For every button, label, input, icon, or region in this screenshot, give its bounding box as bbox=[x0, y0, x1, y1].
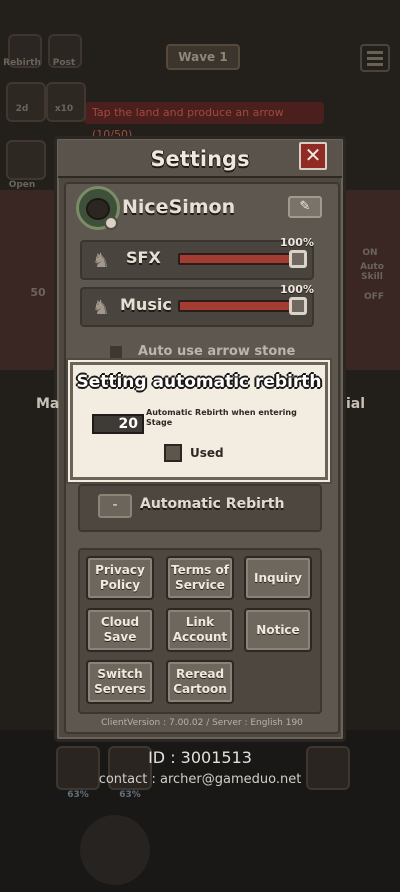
sfx-slider-handle[interactable] bbox=[289, 250, 307, 268]
terms-of-service-button[interactable]: Terms of Service bbox=[166, 556, 234, 600]
popup-title: Setting automatic rebirth bbox=[76, 372, 322, 392]
menu-icon bbox=[360, 44, 390, 72]
link-account-button[interactable]: Link Account bbox=[166, 608, 234, 652]
music-slider-handle[interactable] bbox=[289, 297, 307, 315]
rabbit-music-icon: ♞ bbox=[92, 295, 110, 319]
close-button[interactable]: ✕ bbox=[299, 142, 327, 170]
music-slider[interactable] bbox=[178, 300, 306, 312]
skill-slot-percent: 63% bbox=[67, 790, 89, 800]
auto-rebirth-label: Automatic Rebirth bbox=[140, 496, 285, 512]
notice-button[interactable]: Notice bbox=[244, 608, 312, 652]
side-shortcut-label: x10 bbox=[54, 104, 74, 114]
client-version: ClientVersion : 7.00.02 / Server : Engli… bbox=[101, 718, 303, 728]
used-label: Used bbox=[190, 446, 224, 460]
privacy-policy-button[interactable]: Privacy Policy bbox=[86, 556, 154, 600]
tab-main[interactable]: Ma bbox=[36, 396, 59, 412]
user-id: ID : 3001513 bbox=[148, 748, 252, 767]
auto-skill-label: Auto Skill bbox=[360, 262, 384, 282]
rebirth-shortcut-label: Rebirth bbox=[3, 58, 41, 68]
cloud-save-button[interactable]: Cloud Save bbox=[86, 608, 154, 652]
auto-use-label: Auto use arrow stone bbox=[138, 344, 296, 359]
rabbit-sfx-icon: ♞ bbox=[92, 248, 110, 272]
music-slider-fill bbox=[180, 302, 304, 310]
switch-servers-button[interactable]: Switch Servers bbox=[86, 660, 154, 704]
quest-banner: Tap the land and produce an arrow (10/50… bbox=[84, 102, 324, 141]
side-shortcut-icon bbox=[46, 82, 86, 122]
side-shortcut-label: 2d bbox=[15, 104, 29, 114]
sfx-label: SFX bbox=[126, 248, 161, 267]
edit-nickname-button[interactable]: ✎ bbox=[288, 196, 322, 218]
inquiry-button[interactable]: Inquiry bbox=[244, 556, 312, 600]
music-label: Music bbox=[120, 295, 172, 314]
reread-cartoon-button[interactable]: Reread Cartoon bbox=[166, 660, 234, 704]
tab-special[interactable]: ial bbox=[346, 396, 365, 412]
music-percent: 100% bbox=[280, 283, 314, 296]
side-shortcut-icon bbox=[6, 140, 46, 180]
side-shortcut-label: Open bbox=[8, 180, 36, 190]
auto-off-label: OFF bbox=[364, 292, 384, 302]
sfx-percent: 100% bbox=[280, 236, 314, 249]
auto-use-checkbox[interactable] bbox=[108, 344, 124, 360]
sfx-slider[interactable] bbox=[178, 253, 306, 265]
profile-nickname: NiceSimon bbox=[122, 196, 236, 218]
sfx-slider-fill bbox=[180, 255, 304, 263]
skill-slot-percent: 63% bbox=[119, 790, 141, 800]
rebirth-stage-input[interactable]: 20 bbox=[92, 414, 144, 434]
rabbit-character bbox=[80, 815, 150, 885]
rebirth-stage-description: Automatic Rebirth when entering Stage bbox=[146, 408, 297, 427]
auto-toggle-label: ON bbox=[362, 248, 378, 258]
stage-button: Wave 1 bbox=[166, 44, 240, 70]
auto-rebirth-toggle-button[interactable]: - bbox=[98, 494, 132, 518]
gear-icon bbox=[104, 216, 118, 230]
contact-email: contact : archer@gameduo.net bbox=[98, 772, 302, 787]
used-checkbox[interactable] bbox=[164, 444, 182, 462]
post-shortcut-label: Post bbox=[52, 58, 76, 68]
side-shortcut-icon bbox=[6, 82, 46, 122]
